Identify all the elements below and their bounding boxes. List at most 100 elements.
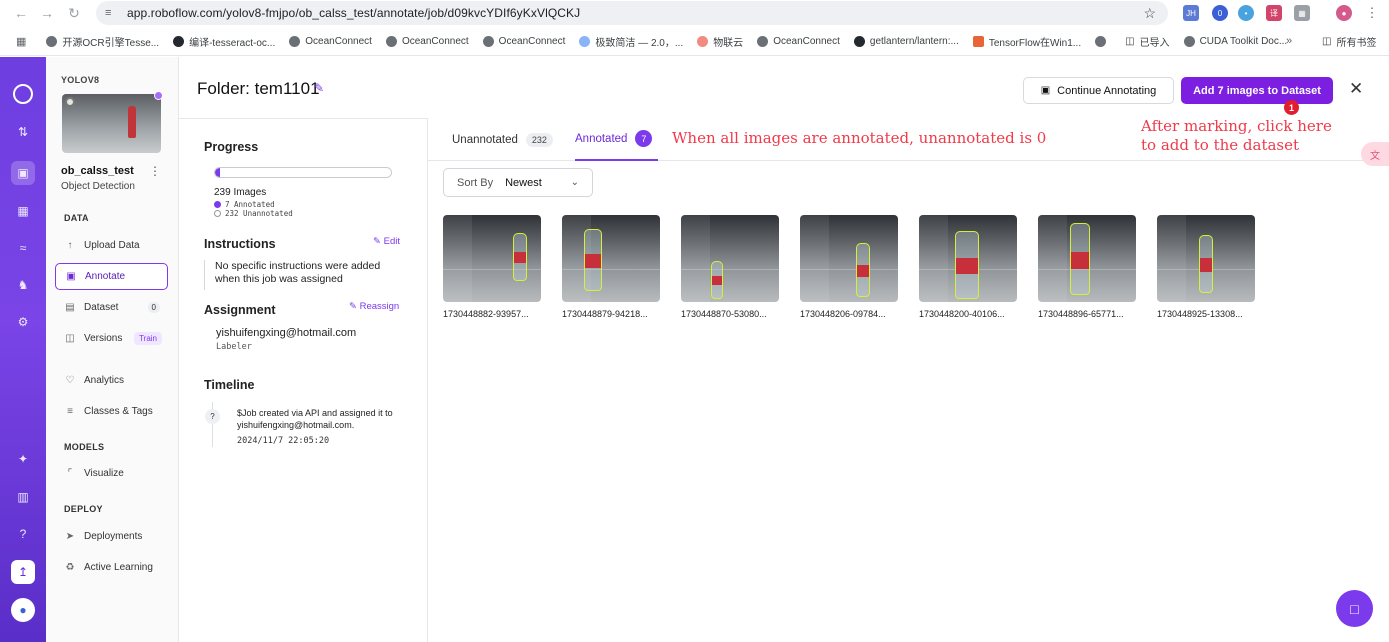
sidebar-item-classes[interactable]: ≡ Classes & Tags (55, 398, 168, 425)
analytics-chart-icon[interactable]: ≈ (11, 236, 35, 260)
image-icon: ▣ (1040, 85, 1051, 96)
profile-avatar[interactable]: ● (1336, 5, 1352, 21)
bookmark-item[interactable]: 开源OCR引擎Tesse... (46, 34, 159, 49)
annotation-note-button-1: After marking, click here (1141, 117, 1332, 135)
reload-icon[interactable]: ↻ (63, 2, 85, 24)
edit-folder-icon[interactable]: ✎ (314, 81, 324, 95)
image-card[interactable]: 1730448200-40106... (919, 215, 1017, 319)
sidebar-item-dataset[interactable]: ▤ Dataset 0 (55, 294, 168, 321)
sort-select[interactable]: Sort By Newest ⌄ (443, 168, 593, 197)
annotation-polygon (1199, 235, 1213, 293)
settings-gear-icon[interactable]: ⚙ (11, 310, 35, 334)
inbox-icon[interactable]: ▣ (11, 161, 35, 185)
instructions-heading: Instructions (204, 237, 276, 251)
annotation-polygon (513, 233, 527, 281)
sort-arrows-icon[interactable]: ⇅ (11, 120, 35, 144)
help-icon[interactable]: ? (11, 522, 35, 546)
sort-value: Newest (505, 176, 542, 189)
browser-menu-icon[interactable]: ⋮ (1364, 5, 1380, 21)
cycle-icon: ♻ (65, 562, 75, 573)
bookmark-item[interactable]: OceanConnect (757, 35, 840, 47)
apps-grid-icon[interactable]: ▦ (16, 35, 26, 48)
bookmark-item[interactable]: OceanConnect (482, 35, 565, 47)
annotated-dot (214, 201, 221, 208)
image-card[interactable]: 1730448882-93957... (443, 215, 541, 319)
image-card[interactable]: 1730448870-53080... (681, 215, 779, 319)
bookmark-item[interactable]: OceanConnect (385, 35, 469, 47)
bookmark-item[interactable]: CUDA Toolkit Doc... (1183, 35, 1287, 47)
instructions-text: No specific instructions were added when… (204, 260, 404, 290)
project-menu-icon[interactable]: ⋮ (149, 164, 161, 178)
sidebar-item-annotate[interactable]: ▣ Annotate (55, 263, 168, 290)
bookmark-item[interactable]: 极致简洁 — 2.0，... (579, 34, 683, 49)
bookmark-item[interactable]: 物联云 (697, 34, 743, 49)
url-text: app.roboflow.com/yolov8-fmjpo/ob_calss_t… (127, 6, 581, 20)
image-thumbnail[interactable] (919, 215, 1017, 302)
translate-float-icon[interactable]: 文 (1361, 142, 1389, 166)
image-card[interactable]: 1730448206-09784... (800, 215, 898, 319)
sidebar-item-versions[interactable]: ◫ Versions Train (55, 325, 168, 352)
train-badge: Train (134, 332, 162, 345)
rocket-icon[interactable]: ✦ (11, 447, 35, 471)
bell-icon[interactable]: ♞ (11, 273, 35, 297)
user-avatar[interactable]: ● (11, 598, 35, 622)
tab-unannotated[interactable]: Unannotated 232 (452, 118, 553, 161)
hierarchy-icon[interactable]: ▦ (11, 199, 35, 223)
pencil-icon: ✎ (349, 301, 357, 312)
all-bookmarks-folder[interactable]: ◫ 所有书签 (1322, 34, 1376, 49)
back-icon[interactable]: ← (10, 2, 32, 24)
image-thumbnail[interactable] (1157, 215, 1255, 302)
bookmark-star-icon[interactable]: ☆ (1143, 5, 1156, 22)
reassign-button[interactable]: ✎ Reassign (349, 301, 399, 312)
close-icon[interactable]: ✕ (1349, 79, 1363, 99)
extension-chat-icon[interactable]: • (1238, 5, 1254, 21)
bookmark-item[interactable] (1095, 35, 1111, 47)
add-to-dataset-button[interactable]: Add 7 images to Dataset (1181, 77, 1333, 104)
image-thumbnail[interactable] (562, 215, 660, 302)
annotation-note-tabs: When all images are annotated, unannotat… (672, 129, 1047, 147)
image-card[interactable]: 1730448879-94218... (562, 215, 660, 319)
project-thumbnail[interactable] (62, 94, 161, 153)
chat-support-button[interactable]: □ (1336, 590, 1373, 627)
assignee-email: yishuifengxing@hotmail.com (216, 327, 357, 339)
more-bookmarks-icon[interactable]: » (1286, 35, 1292, 47)
section-deploy: DEPLOY (64, 504, 103, 514)
assignee-role: Labeler (216, 342, 252, 352)
sidebar-item-visualize[interactable]: ⌜ Visualize (55, 460, 168, 487)
continue-annotating-button[interactable]: ▣ Continue Annotating (1023, 77, 1174, 104)
image-thumbnail[interactable] (443, 215, 541, 302)
annotation-polygon (856, 243, 870, 297)
address-bar[interactable]: ≡ app.roboflow.com/yolov8-fmjpo/ob_calss… (96, 1, 1168, 25)
site-settings-icon[interactable]: ≡ (105, 7, 123, 19)
sidebar-item-upload[interactable]: ↑ Upload Data (55, 232, 168, 259)
image-thumbnail[interactable] (681, 215, 779, 302)
sidebar-item-active-learning[interactable]: ♻ Active Learning (55, 554, 168, 581)
forward-icon[interactable]: → (36, 2, 58, 24)
bookmark-item[interactable]: TensorFlow在Win1... (972, 34, 1081, 49)
bookmark-item[interactable]: OceanConnect (289, 35, 372, 47)
extension-jh-icon[interactable]: JH (1183, 5, 1199, 21)
edit-instructions-button[interactable]: ✎ Edit (373, 236, 400, 247)
app-rail: ⇅ ▣ ▦ ≈ ♞ ⚙ ✦ ▥ ? ↥ ● (0, 57, 46, 642)
extensions-puzzle-icon[interactable]: ▦ (1294, 5, 1310, 21)
image-thumbnail[interactable] (1038, 215, 1136, 302)
extension-translate-icon[interactable]: 译 (1266, 5, 1282, 21)
bookmark-folder[interactable]: ◫ 已导入 (1125, 34, 1169, 49)
image-card[interactable]: 1730448896-65771... (1038, 215, 1136, 319)
sidebar-item-deployments[interactable]: ➤ Deployments (55, 523, 168, 550)
extension-badge-icon[interactable]: 0 (1212, 5, 1228, 21)
bookmark-item[interactable]: 编译-tesseract-oc... (173, 34, 275, 49)
project-sidebar: YOLOV8 ob_calss_test ⋮ Object Detection … (46, 57, 179, 642)
roboflow-logo[interactable] (13, 84, 33, 104)
sidebar-item-analytics[interactable]: ♡ Analytics (55, 367, 168, 394)
chat-icon: □ (1350, 600, 1359, 617)
library-icon[interactable]: ▥ (11, 485, 35, 509)
image-filename: 1730448870-53080... (681, 309, 767, 319)
image-filename: 1730448925-13308... (1157, 309, 1243, 319)
image-thumbnail[interactable] (800, 215, 898, 302)
bookmark-item[interactable]: getlantern/lantern:... (853, 35, 959, 47)
tab-annotated[interactable]: Annotated 7 (575, 118, 659, 161)
annotation-note-button-2: to add to the dataset (1141, 136, 1300, 154)
upload-icon[interactable]: ↥ (11, 560, 35, 584)
image-card[interactable]: 1730448925-13308... (1157, 215, 1255, 319)
